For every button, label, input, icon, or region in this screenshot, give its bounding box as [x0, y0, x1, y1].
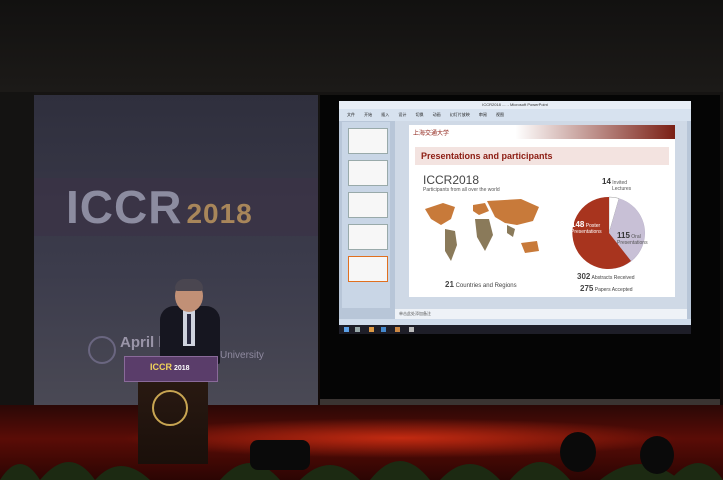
world-map-icon	[425, 199, 539, 261]
slide-thumbnail[interactable]	[348, 192, 388, 218]
window-title: ICCR2018 .... - Microsoft PowerPoint	[339, 101, 691, 109]
papers-value: 275	[580, 284, 594, 293]
oral-value: 115	[617, 231, 630, 240]
windows-taskbar	[339, 325, 691, 334]
abstracts-value: 302	[577, 272, 591, 281]
slide-thumbnail[interactable]	[348, 128, 388, 154]
banner-subtitle-university: University	[220, 350, 264, 361]
poster-presentations-stat: 148 Poster Presentations	[571, 220, 602, 236]
menu-item-view[interactable]: 视图	[496, 112, 504, 117]
speaker-tie	[187, 314, 191, 344]
slide-event-name: ICCR2018	[423, 173, 480, 187]
left-wall	[0, 92, 34, 422]
invited-label2: Lectures	[612, 186, 632, 192]
invited-value: 14	[602, 177, 611, 186]
podium-label: ICCR 2018	[150, 362, 190, 372]
taskbar-app-icon[interactable]	[381, 327, 386, 332]
start-button-icon[interactable]	[344, 327, 349, 332]
powerpoint-icon[interactable]	[395, 327, 400, 332]
ribbon-menu: 文件 开始 插入 设计 切换 动画 幻灯片放映 审阅 视图	[339, 109, 691, 121]
notes-placeholder: 单击此处添加备注	[399, 311, 431, 316]
current-slide: 上海交通大学 Presentations and participants IC…	[409, 125, 675, 297]
poster-value: 148	[571, 220, 585, 229]
slide-editor: 上海交通大学 Presentations and participants IC…	[395, 121, 687, 309]
papers-label: Papers Accepted	[594, 287, 633, 293]
oral-presentations-stat: 115 Oral Presentations	[617, 231, 648, 247]
invited-lectures-stat: 14 Invited Lectures	[602, 177, 632, 193]
banner-title-text: ICCR	[66, 181, 183, 233]
stage-plants	[0, 461, 723, 480]
menu-item-home[interactable]: 开始	[364, 112, 372, 117]
ceiling	[0, 0, 723, 92]
banner-title: ICCR 2018	[66, 180, 253, 234]
menu-item-insert[interactable]: 插入	[381, 112, 389, 117]
slide-title: Presentations and participants	[421, 151, 553, 161]
countries-value: 21	[445, 280, 454, 289]
stage-speaker-monitor	[250, 440, 310, 470]
audience-member	[640, 436, 674, 474]
abstracts-label: Abstracts Received	[591, 275, 635, 281]
audience-member	[560, 432, 596, 472]
oral-label2: Presentations	[617, 240, 648, 246]
slide-tagline: Participants from all over the world	[423, 187, 500, 193]
countries-stat: 21 Countries and Regions	[445, 280, 517, 289]
slide-thumbnail-pane	[342, 122, 390, 308]
search-icon[interactable]	[355, 327, 360, 332]
podium-label-text: ICCR	[150, 362, 172, 372]
speaker-hair	[175, 279, 203, 291]
slide-thumbnail[interactable]	[348, 160, 388, 186]
podium-seal-icon	[152, 390, 188, 426]
menu-item-file[interactable]: 文件	[347, 112, 355, 117]
notes-pane[interactable]: 单击此处添加备注	[395, 309, 687, 319]
taskbar-app-icon[interactable]	[409, 327, 414, 332]
papers-stat: 275 Papers Accepted	[580, 284, 633, 293]
taskbar-app-icon[interactable]	[369, 327, 374, 332]
podium-year: 2018	[174, 365, 190, 372]
poster-label2: Presentations	[571, 229, 602, 235]
slide-university-logo: 上海交通大学	[413, 131, 450, 137]
countries-label: Countries and Regions	[455, 283, 517, 289]
menu-item-slideshow[interactable]: 幻灯片放映	[450, 112, 470, 117]
menu-item-animations[interactable]: 动画	[433, 112, 441, 117]
menu-item-transitions[interactable]: 切换	[416, 112, 424, 117]
banner-year: 2018	[186, 198, 253, 229]
slide-thumbnail-selected[interactable]	[348, 256, 388, 282]
menu-item-design[interactable]: 设计	[398, 112, 406, 117]
menu-item-review[interactable]: 审阅	[479, 112, 487, 117]
university-seal-icon	[88, 336, 116, 364]
slide-thumbnail[interactable]	[348, 224, 388, 250]
projected-powerpoint-window: ICCR2018 .... - Microsoft PowerPoint 文件 …	[339, 101, 691, 334]
abstracts-stat: 302 Abstracts Received	[577, 272, 635, 281]
